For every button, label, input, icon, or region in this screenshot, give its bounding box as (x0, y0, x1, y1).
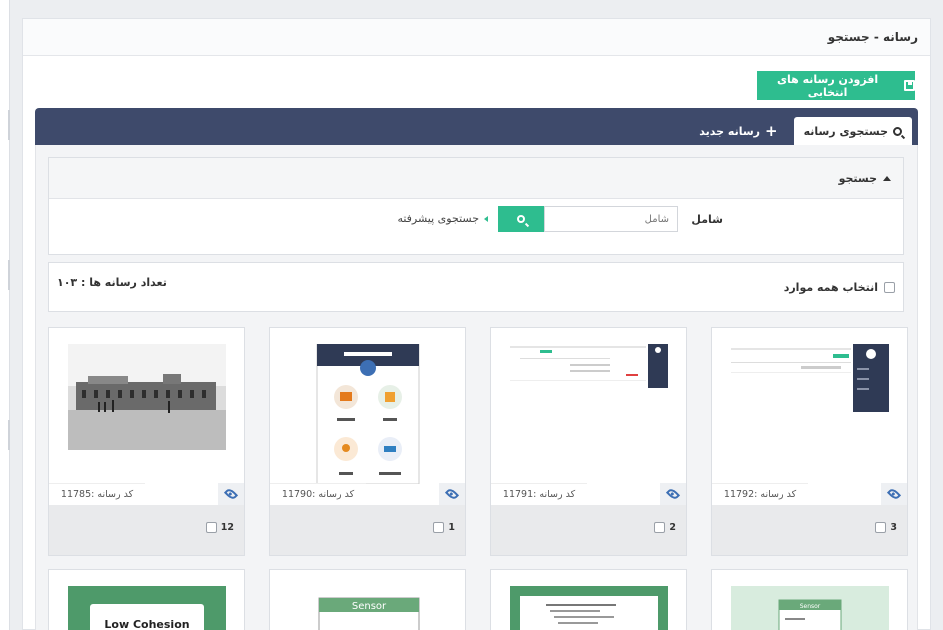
caret-up-icon (883, 175, 891, 181)
admin-panel-thumbnail (731, 344, 889, 412)
media-card-number: 3 (890, 522, 897, 533)
media-count: تعداد رسانه ها : ۱۰۳ (57, 276, 167, 289)
sensor-class-thumbnail: Sensor (289, 586, 447, 630)
search-icon (517, 215, 525, 223)
thumb-caption: Low Cohesion (104, 618, 189, 630)
low-cohesion-thumbnail: Low Cohesion (68, 586, 226, 630)
media-card-select[interactable]: 12 (205, 522, 234, 533)
select-all-label: انتخاب همه موارد (783, 281, 878, 294)
media-card[interactable]: Low Cohesion (48, 569, 245, 630)
checkbox[interactable] (884, 282, 895, 293)
bulk-actions-bar: انتخاب همه موارد تعداد رسانه ها : ۱۰۳ (48, 262, 904, 312)
media-panel: جستجوی رسانه + رسانه جدید جستجو شامل شام… (35, 108, 918, 630)
media-card-preview: کد رسانه :11791 (491, 328, 686, 505)
checkbox[interactable] (205, 522, 217, 533)
rail-marker (8, 260, 10, 290)
media-card-preview: Sensor (270, 570, 465, 630)
preview-eye-button[interactable] (439, 483, 465, 505)
media-card[interactable]: کد رسانه :11791 2 (490, 327, 687, 556)
checkbox[interactable] (433, 522, 445, 533)
tab-media-search-label: جستجوی رسانه (803, 124, 888, 138)
tab-media-search[interactable]: جستجوی رسانه (793, 117, 912, 145)
select-all-checkbox[interactable]: انتخاب همه موارد (784, 281, 895, 294)
main-shell: رسانه - جستجو افزودن رسانه های انتخابی ج… (22, 18, 931, 630)
media-card[interactable]: کد رسانه :11792 3 (711, 327, 908, 556)
search-section: جستجو شامل جستجوی پیشرفته (48, 157, 904, 255)
admin-form-thumbnail (510, 344, 668, 388)
media-card[interactable]: Sensor (269, 569, 466, 630)
advanced-search-link[interactable]: جستجوی پیشرفته (397, 212, 488, 225)
media-card-select[interactable]: 1 (433, 522, 455, 533)
media-card-preview: کد رسانه :11785 (49, 328, 244, 505)
eye-icon (886, 486, 902, 502)
contains-label: شامل (691, 213, 723, 226)
advanced-search-label: جستجوی پیشرفته (397, 212, 479, 225)
media-card[interactable]: کد رسانه :11790 1 (269, 327, 466, 556)
plus-icon: + (764, 121, 778, 140)
sensor-diagram-thumbnail: Sensor (731, 586, 889, 630)
page-header: رسانه - جستجو (23, 19, 930, 56)
search-icon (893, 126, 902, 136)
eye-icon (223, 486, 239, 502)
media-card-preview: کد رسانه :11792 (712, 328, 907, 505)
code-snippet-thumbnail (510, 586, 668, 630)
action-row: افزودن رسانه های انتخابی (23, 56, 930, 110)
media-code: کد رسانه :11785 (49, 483, 145, 505)
media-grid: کد رسانه :11785 12 کد رسانه:11790 1 کد … (48, 327, 908, 630)
preview-eye-button[interactable] (881, 483, 907, 505)
search-section-title: جستجو (838, 171, 877, 185)
preview-eye-button[interactable] (218, 483, 244, 505)
search-button[interactable] (498, 206, 544, 232)
media-card-preview: Sensor (712, 570, 907, 630)
search-section-body: شامل جستجوی پیشرفته (49, 199, 903, 255)
checkbox[interactable] (654, 522, 666, 533)
rail-marker (8, 110, 10, 140)
eye-icon (665, 486, 681, 502)
add-selected-media-label: افزودن رسانه های انتخابی (776, 72, 879, 99)
media-card[interactable] (490, 569, 687, 630)
checkbox[interactable] (875, 522, 887, 533)
mobile-app-thumbnail (316, 344, 420, 484)
media-card-number: 12 (220, 522, 234, 533)
historic-photo-thumbnail (68, 344, 226, 450)
media-code: کد رسانه :11792 (712, 483, 808, 505)
thumb-caption: Sensor (800, 603, 821, 610)
media-card-number: 2 (669, 522, 676, 533)
left-rail (0, 0, 10, 630)
rail-marker (8, 420, 10, 450)
media-code: کد رسانه :11791 (491, 483, 587, 505)
media-card[interactable]: Sensor (711, 569, 908, 630)
tab-bar: جستجوی رسانه + رسانه جدید (35, 108, 918, 145)
thumb-caption: Sensor (352, 601, 387, 612)
tab-new-media-label: رسانه جدید (699, 124, 760, 138)
media-card-preview (491, 570, 686, 630)
page-title: رسانه - جستجو (827, 30, 918, 44)
tab-content: جستجو شامل جستجوی پیشرفته (35, 145, 918, 630)
search-input[interactable] (544, 206, 678, 232)
add-selected-media-button[interactable]: افزودن رسانه های انتخابی (757, 71, 915, 100)
tab-new-media[interactable]: + رسانه جدید (689, 117, 787, 145)
media-card-select[interactable]: 2 (654, 522, 676, 533)
preview-eye-button[interactable] (660, 483, 686, 505)
media-card-preview: کد رسانه :11790 (270, 328, 465, 505)
eye-icon (444, 486, 460, 502)
media-card[interactable]: کد رسانه :11785 12 (48, 327, 245, 556)
media-card-preview: Low Cohesion (49, 570, 244, 630)
search-section-header[interactable]: جستجو (49, 158, 903, 199)
caret-left-icon (484, 215, 488, 222)
media-code: کد رسانه :11790 (270, 483, 366, 505)
media-card-number: 1 (448, 522, 455, 533)
media-card-select[interactable]: 3 (875, 522, 897, 533)
save-icon (904, 80, 915, 91)
